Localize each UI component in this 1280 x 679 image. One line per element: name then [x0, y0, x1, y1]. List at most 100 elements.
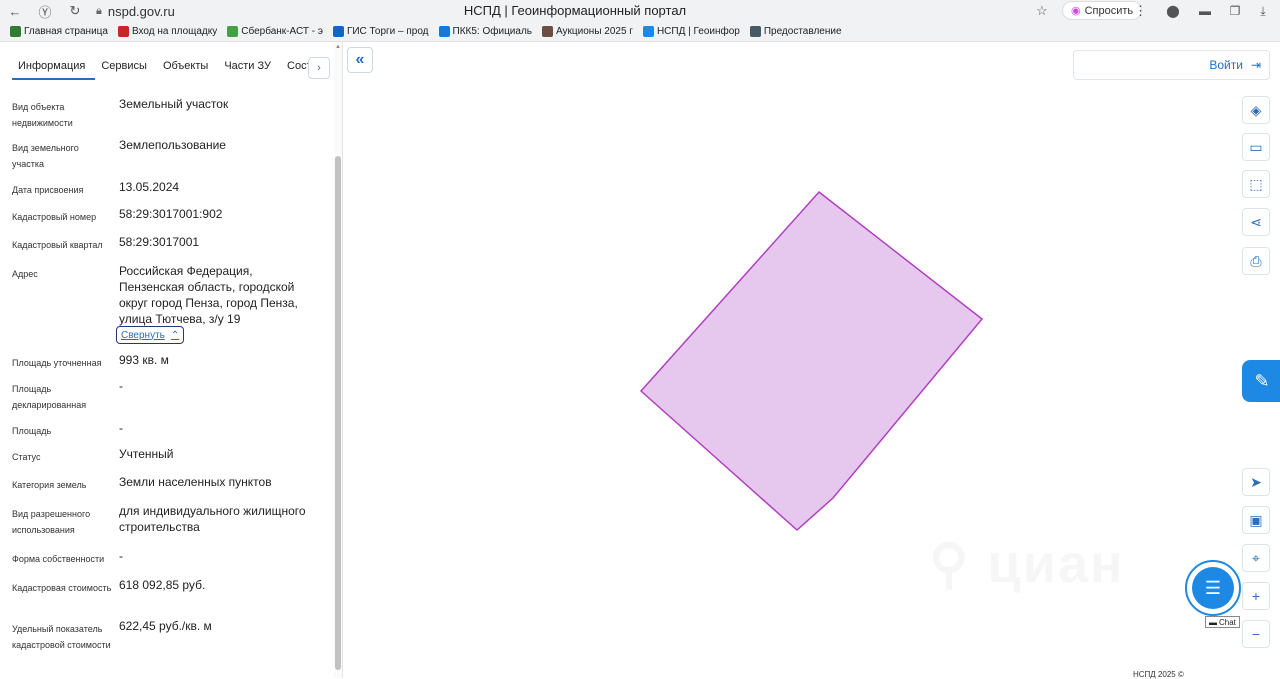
tab-1[interactable]: Сервисы: [95, 56, 157, 80]
field-label: Удельный показатель кадастровой стоимост…: [12, 624, 111, 650]
lock-icon: 🔒︎: [96, 4, 102, 17]
bookmark-item[interactable]: Аукционы 2025 г: [541, 26, 633, 37]
collections-icon[interactable]: ❐: [1224, 2, 1246, 20]
yandex-icon[interactable]: Ⓨ: [30, 0, 60, 22]
tab-0[interactable]: Информация: [12, 56, 96, 80]
url-text: nspd.gov.ru: [107, 3, 175, 19]
field-label: Форма собственности: [12, 554, 105, 564]
bookmark-item[interactable]: НСПД | Геоинфор: [642, 26, 740, 37]
field-value: -: [119, 549, 123, 563]
select-area-icon: ⬚: [1249, 175, 1263, 192]
extension-icon-2[interactable]: ▬: [1194, 2, 1216, 20]
field-value: 58:29:3017001: [119, 235, 200, 249]
field-value: Земли населенных пунктов: [119, 475, 272, 489]
login-icon: ⇥: [1250, 58, 1261, 72]
ruler-button[interactable]: ▭: [1242, 133, 1270, 161]
bookmark-label: ГИС Торги – прод: [346, 26, 429, 37]
field-value: 13.05.2024: [119, 180, 180, 194]
tabs-next-button[interactable]: ›: [308, 57, 330, 79]
address-bar[interactable]: 🔒︎ nspd.gov.ru: [90, 1, 175, 21]
bookmark-item[interactable]: ГИС Торги – прод: [332, 26, 429, 37]
field-value: -: [119, 379, 123, 393]
menu-dots-icon[interactable]: ⋮: [1134, 3, 1147, 19]
panel-scrollbar[interactable]: ▲: [334, 42, 342, 678]
reload-icon[interactable]: ↻: [60, 0, 90, 22]
bookmark-favicon-icon: [332, 26, 344, 37]
pin-icon: ⌖: [1252, 549, 1260, 566]
field-value: Земельный участок: [119, 97, 229, 111]
collapse-address-button[interactable]: Свернуть ⌃: [116, 326, 185, 344]
bookmark-label: ПКК5: Официаль: [452, 26, 532, 37]
field-label: Площадь декларированная: [12, 384, 87, 410]
locate-icon: ➤: [1250, 473, 1262, 490]
login-button[interactable]: Войти ⇥: [1073, 50, 1270, 80]
field-value: 622,45 руб./кв. м: [119, 619, 212, 633]
back-icon[interactable]: ←: [0, 0, 30, 22]
ask-icon: ◉: [1071, 5, 1081, 17]
field-label: Кадастровый квартал: [12, 240, 103, 250]
zoom-out-icon: −: [1251, 626, 1261, 642]
field-value: Землепользование: [119, 138, 226, 152]
field-label: Площадь уточненная: [12, 358, 102, 368]
bookmark-favicon-icon: [227, 26, 239, 37]
bookmark-item[interactable]: ПКК5: Официаль: [438, 26, 532, 37]
bookmark-icon[interactable]: ☆: [1036, 3, 1048, 19]
bookmark-label: НСПД | Геоинфор: [656, 26, 740, 37]
bookmark-item[interactable]: Вход на площадку: [117, 26, 218, 37]
collapse-label: Свернуть: [121, 329, 165, 341]
tab-3[interactable]: Части ЗУ: [218, 56, 281, 80]
bookmark-label: Сбербанк-АСТ - э: [241, 26, 323, 37]
zoom-in-icon: +: [1251, 588, 1261, 604]
locate-button[interactable]: ➤: [1242, 468, 1270, 496]
minimap-button[interactable]: ▣: [1242, 506, 1270, 534]
map-canvas: [639, 190, 984, 532]
field-value: 993 кв. м: [119, 353, 169, 367]
zoom-out-button[interactable]: −: [1242, 620, 1270, 648]
layers-icon: ◈: [1250, 101, 1262, 118]
bookmark-favicon-icon: [10, 26, 21, 37]
bookmark-item[interactable]: Главная страница: [10, 26, 108, 37]
land-parcel-polygon[interactable]: [639, 190, 984, 532]
ask-label: Спросить: [1084, 4, 1134, 17]
print-button[interactable]: ⎙: [1242, 247, 1270, 275]
field-value: Российская Федерация, Пензенская область…: [119, 264, 298, 326]
field-label: Площадь: [12, 426, 52, 436]
chat-tag-label: Chat: [1219, 617, 1236, 627]
field-label: Кадастровый номер: [12, 212, 97, 222]
share-button[interactable]: ⋖: [1242, 208, 1270, 236]
bookmark-favicon-icon: [749, 26, 761, 37]
feedback-icon: ✎: [1254, 370, 1270, 391]
share-icon: ⋖: [1250, 213, 1262, 230]
bookmarks-bar: Главная страница Вход на площадку Сбербанк…: [0, 22, 1280, 42]
ask-button[interactable]: ◉ Спросить: [1062, 1, 1143, 20]
scroll-thumb[interactable]: [335, 156, 341, 670]
chat-tag-icon: ▬: [1209, 617, 1217, 627]
ruler-icon: ▭: [1249, 138, 1263, 155]
select-area-button[interactable]: ⬚: [1242, 170, 1270, 198]
feedback-badge[interactable]: ✎: [1242, 360, 1280, 402]
scroll-up-icon[interactable]: ▲: [335, 44, 341, 50]
extension-icon[interactable]: ⬤: [1162, 2, 1184, 20]
field-value: -: [119, 421, 123, 435]
field-label: Категория земель: [12, 480, 87, 490]
field-label: Вид разрешенного использования: [12, 509, 91, 535]
bookmark-favicon-icon: [438, 26, 450, 37]
chat-widget[interactable]: ☰: [1185, 560, 1241, 616]
bookmark-item[interactable]: Сбербанк-АСТ - э: [227, 26, 323, 37]
bookmark-item[interactable]: Предоставление: [749, 26, 842, 37]
field-value: Учтенный: [119, 447, 174, 461]
download-icon[interactable]: ⤓: [1252, 2, 1274, 20]
tab-2[interactable]: Объекты: [157, 56, 218, 80]
field-label: Дата присвоения: [12, 185, 84, 195]
field-label: Кадастровая стоимость: [12, 583, 112, 593]
layers-button[interactable]: ◈: [1242, 96, 1270, 124]
pin-button[interactable]: ⌖: [1242, 544, 1270, 572]
bookmark-label: Вход на площадку: [131, 26, 218, 37]
bookmark-favicon-icon: [642, 26, 654, 37]
chevron-up-icon: ⌃: [170, 329, 180, 341]
chat-icon: ☰: [1192, 567, 1234, 609]
map-view[interactable]: « ⚲ циан Войти ⇥ ◈ ▭ ⬚ ⋖ ⎙ ✎ ➤ ▣ ⌖ + − ☰…: [343, 42, 1280, 679]
info-panel: Информация Сервисы Объекты Части ЗУ Соста › …: [0, 42, 343, 678]
field-label: Статус: [12, 452, 41, 462]
zoom-in-button[interactable]: +: [1242, 582, 1270, 610]
